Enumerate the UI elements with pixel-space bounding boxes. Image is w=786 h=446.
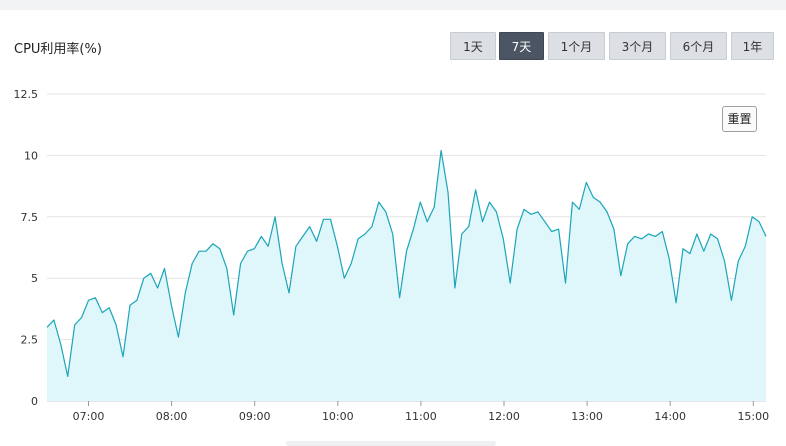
cpu-usage-chart: 0 2.5 5 7.5 10 12.5 07:00 08:00 09:00 10:00 11:00… — [14, 88, 770, 423]
y-tick-label: 7.5 — [21, 211, 39, 224]
y-tick-label: 12.5 — [14, 88, 39, 101]
x-axis-ticks: 07:00 08:00 09:00 10:00 11:00 12:00 13:00 14:00… — [73, 401, 769, 423]
x-tick-label: 07:00 — [73, 410, 105, 423]
x-tick-label: 08:00 — [156, 410, 188, 423]
series-group — [46, 149, 767, 401]
scroll-indicator — [286, 441, 496, 446]
x-tick-label: 12:00 — [488, 410, 520, 423]
y-tick-label: 5 — [31, 272, 38, 285]
x-tick-label: 10:00 — [322, 410, 354, 423]
reset-zoom-button[interactable]: 重置 — [722, 106, 757, 132]
y-tick-label: 2.5 — [21, 334, 39, 347]
x-tick-label: 13:00 — [571, 410, 603, 423]
y-tick-label: 0 — [31, 395, 38, 408]
y-tick-label: 10 — [24, 149, 38, 162]
cpu-area-fill — [47, 150, 766, 401]
x-tick-label: 11:00 — [405, 410, 437, 423]
y-axis-ticks: 0 2.5 5 7.5 10 12.5 — [14, 88, 39, 408]
x-tick-label: 15:00 — [737, 410, 769, 423]
x-tick-label: 09:00 — [239, 410, 271, 423]
x-tick-label: 14:00 — [654, 410, 686, 423]
